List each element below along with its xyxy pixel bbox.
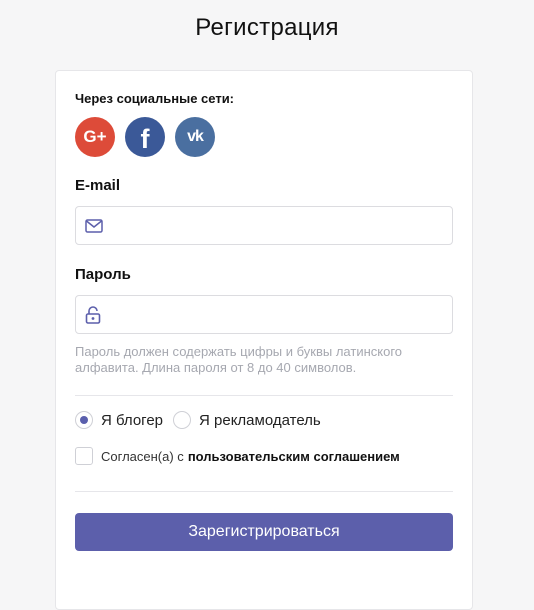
vk-icon: vk xyxy=(187,128,204,145)
password-input[interactable] xyxy=(109,295,452,334)
agreement-checkbox[interactable] xyxy=(75,447,93,465)
role-blogger-radio[interactable]: Я блогер xyxy=(75,411,163,429)
role-advertiser-label: Я рекламодатель xyxy=(199,411,321,429)
role-radio-group: Я блогер Я рекламодатель xyxy=(75,411,331,429)
divider-bottom xyxy=(75,491,453,492)
radio-dot xyxy=(80,416,88,424)
mail-icon xyxy=(85,217,103,235)
register-button[interactable]: Зарегистрироваться xyxy=(75,513,453,551)
social-label: Через социальные сети: xyxy=(75,91,235,106)
page-title: Регистрация xyxy=(195,14,339,41)
agreement-row: Согласен(а) с пользовательским соглашени… xyxy=(75,447,400,465)
radio-circle xyxy=(173,411,192,429)
facebook-button[interactable]: f xyxy=(125,117,165,157)
password-label: Пароль xyxy=(75,266,131,283)
password-field[interactable] xyxy=(75,295,453,334)
vk-button[interactable]: vk xyxy=(175,117,215,157)
agreement-link[interactable]: пользовательским соглашением xyxy=(188,449,400,464)
role-advertiser-radio[interactable]: Я рекламодатель xyxy=(173,411,321,429)
email-input[interactable] xyxy=(109,206,452,245)
divider-top xyxy=(75,395,453,396)
radio-circle-selected xyxy=(75,411,93,429)
google-plus-icon: G+ xyxy=(83,127,107,146)
password-hint: Пароль должен содержать цифры и буквы ла… xyxy=(75,344,403,375)
lock-icon xyxy=(85,305,103,324)
agreement-text: Согласен(а) с xyxy=(101,448,184,464)
role-blogger-label: Я блогер xyxy=(101,411,164,429)
email-field[interactable] xyxy=(75,206,453,245)
email-label: E-mail xyxy=(75,177,121,194)
social-buttons: G+ f vk xyxy=(75,117,215,157)
google-plus-button[interactable]: G+ xyxy=(75,117,115,157)
facebook-icon: f xyxy=(140,124,150,154)
